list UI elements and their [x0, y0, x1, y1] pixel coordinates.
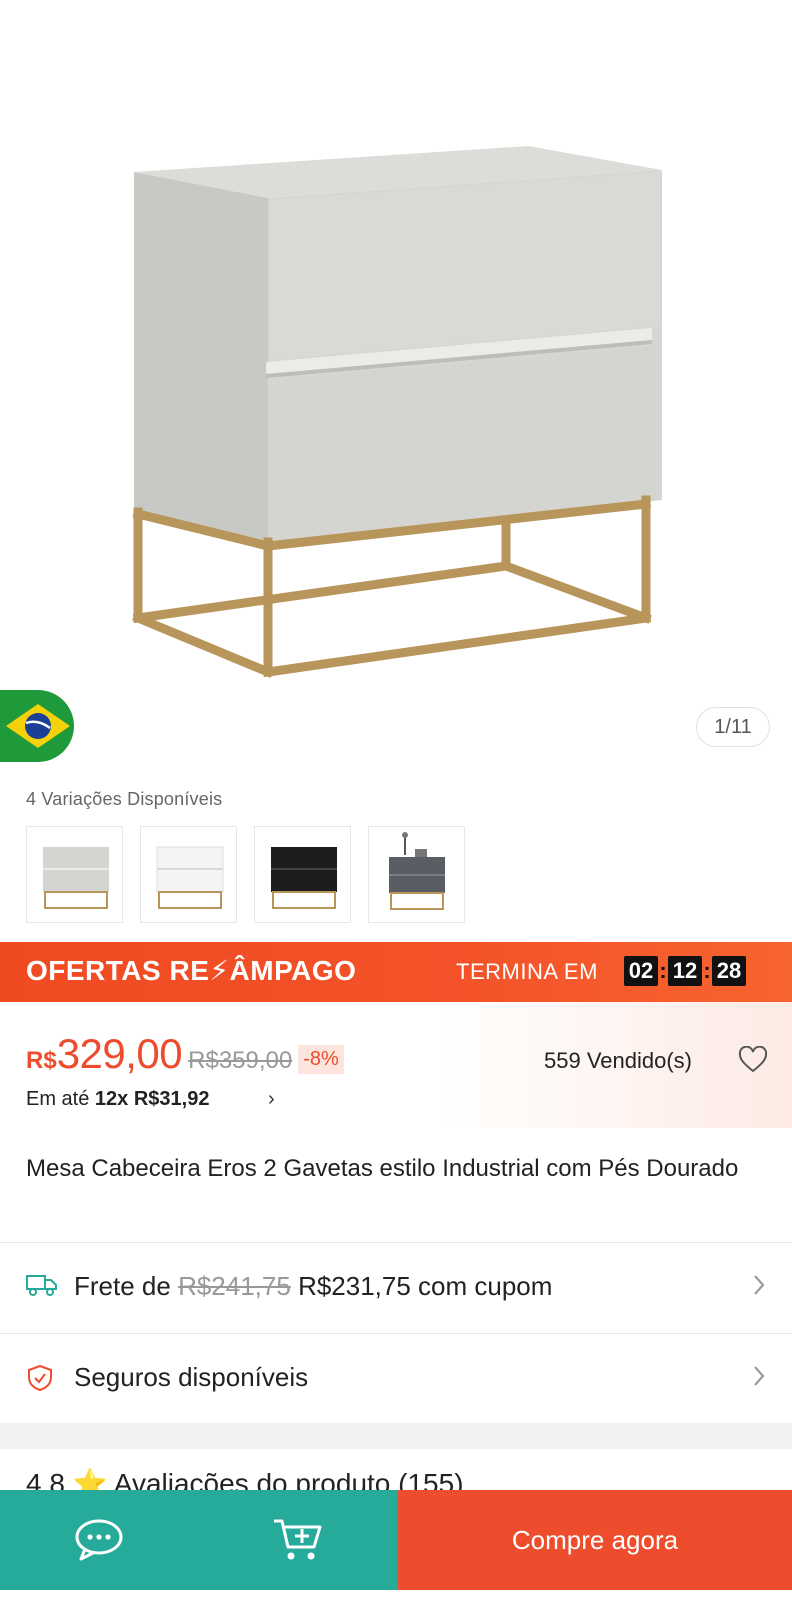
section-separator — [0, 1423, 792, 1449]
timer-seconds: 28 — [712, 956, 746, 986]
variation-thumb-dark-gray[interactable] — [368, 826, 465, 923]
add-to-cart-icon — [274, 1519, 322, 1560]
truck-icon — [26, 1273, 58, 1302]
timer-separator: : — [703, 958, 711, 983]
chevron-right-icon[interactable]: › — [268, 1088, 275, 1111]
chat-icon — [75, 1519, 123, 1561]
variation-thumb-light-gray[interactable] — [26, 826, 123, 923]
variation-thumb-white[interactable] — [140, 826, 237, 923]
price-section: R$ 329,00 R$359,00 -8% 559 Vendido(s) Em… — [0, 1002, 792, 1128]
variation-thumbnails — [26, 826, 465, 923]
chevron-right-icon — [752, 1273, 766, 1302]
timer-hours: 02 — [624, 956, 658, 986]
heart-icon[interactable] — [738, 1045, 768, 1079]
timer-separator: : — [659, 958, 667, 983]
timer-minutes: 12 — [668, 956, 702, 986]
insurance-row[interactable]: Seguros disponíveis — [0, 1334, 792, 1422]
installments-prefix: Em até — [26, 1088, 90, 1110]
flash-sale-banner: OFERTAS RE⚡ÂMPAGO TERMINA EM 02 : 12 : 2… — [0, 942, 792, 1002]
bottom-action-bar: Compre agora — [0, 1490, 792, 1590]
image-counter: 1/11 — [696, 707, 770, 747]
nightstand-illustration — [132, 146, 662, 678]
chat-button[interactable] — [0, 1490, 198, 1590]
installments-link[interactable]: Em até 12x R$31,92 — [26, 1088, 209, 1111]
sold-count: 559 Vendido(s) — [544, 1048, 692, 1073]
chevron-right-icon — [752, 1364, 766, 1393]
shipping-prefix: Frete de — [74, 1271, 171, 1301]
shipping-text: Frete de R$241,75 R$231,75 com cupom — [74, 1271, 552, 1302]
countdown-timer: 02 : 12 : 28 — [624, 956, 746, 986]
product-image[interactable]: 1/11 — [0, 0, 792, 770]
flash-sale-title: OFERTAS RE⚡ÂMPAGO — [26, 955, 357, 986]
original-price: R$359,00 — [188, 1047, 293, 1074]
variation-thumb-black[interactable] — [254, 826, 351, 923]
price-currency: R$ — [26, 1047, 57, 1074]
insurance-label: Seguros disponíveis — [74, 1362, 309, 1392]
current-price: 329,00 — [56, 1030, 183, 1077]
shield-icon — [26, 1364, 54, 1397]
installments-value: 12x R$31,92 — [94, 1088, 210, 1110]
buy-now-button[interactable]: Compre agora — [398, 1490, 792, 1590]
shipping-row[interactable]: Frete de R$241,75 R$231,75 com cupom — [0, 1243, 792, 1331]
price-row: R$ 329,00 R$359,00 -8% — [26, 1030, 344, 1078]
flash-sale-ends-label: TERMINA EM — [456, 959, 598, 984]
add-to-cart-button[interactable] — [198, 1490, 398, 1590]
shipping-original-price: R$241,75 — [178, 1271, 291, 1301]
variations-label: 4 Variações Disponíveis — [26, 789, 223, 809]
discount-badge: -8% — [298, 1045, 344, 1074]
product-title: Mesa Cabeceira Eros 2 Gavetas estilo Ind… — [26, 1155, 739, 1182]
shipping-discounted-price: R$231,75 com cupom — [298, 1271, 553, 1301]
brazil-flag-icon — [0, 690, 74, 762]
